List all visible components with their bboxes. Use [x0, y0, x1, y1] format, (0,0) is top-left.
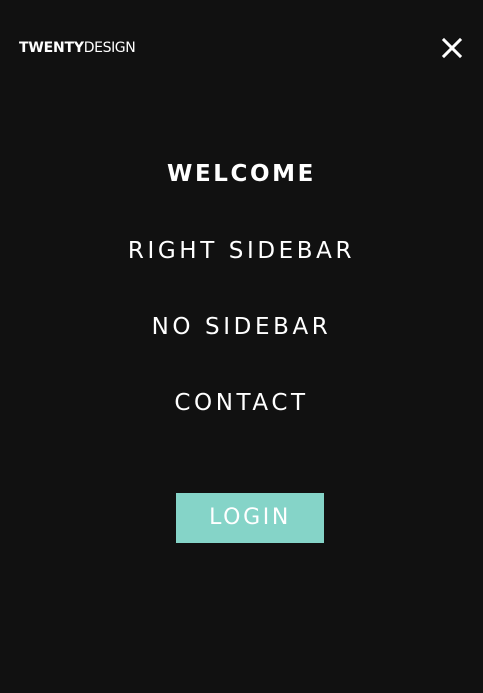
nav-item-no-sidebar[interactable]: NO SIDEBAR	[0, 312, 483, 342]
nav-item-contact[interactable]: CONTACT	[0, 388, 483, 418]
nav-item-right-sidebar[interactable]: RIGHT SIDEBAR	[0, 236, 483, 266]
close-menu-button[interactable]	[438, 34, 466, 62]
login-button[interactable]: LOGIN	[176, 493, 324, 543]
nav-item-welcome[interactable]: WELCOME	[0, 159, 483, 189]
close-icon	[441, 37, 463, 59]
brand-logo-light: DESIGN	[83, 40, 136, 56]
brand-logo[interactable]: TWENTYDESIGN	[19, 40, 136, 56]
brand-logo-bold: TWENTY	[19, 40, 84, 56]
